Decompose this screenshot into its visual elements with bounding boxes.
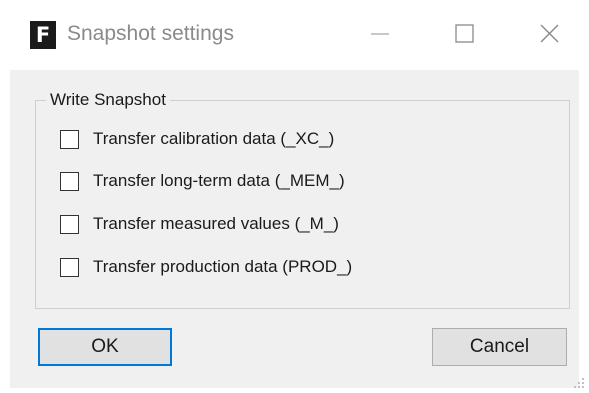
dialog-body: Write Snapshot Transfer calibration data… (10, 70, 579, 388)
minimize-button[interactable] (358, 14, 408, 54)
checkbox-measured-values[interactable] (60, 214, 79, 234)
close-button[interactable] (520, 14, 570, 54)
resize-grip-icon[interactable] (573, 377, 585, 389)
option-transfer-production-data[interactable]: Transfer production data (PROD_) (60, 255, 352, 279)
group-label: Write Snapshot (46, 90, 170, 110)
option-label: Transfer production data (PROD_) (93, 257, 353, 276)
option-transfer-measured-values[interactable]: Transfer measured values (_M_) (60, 212, 339, 236)
checkbox-long-term-data[interactable] (60, 171, 79, 191)
title-bar[interactable]: F Snapshot settings (0, 0, 589, 70)
checkbox-production-data[interactable] (60, 257, 79, 277)
option-label: Transfer measured values (_M_) (93, 214, 339, 233)
snapshot-settings-dialog: F Snapshot settings Write Snapshot Trans… (0, 0, 589, 393)
minimize-icon (371, 33, 389, 35)
window-title: Snapshot settings (67, 22, 234, 45)
app-icon: F (30, 21, 56, 49)
option-transfer-long-term-data[interactable]: Transfer long-term data (_MEM_) (60, 169, 345, 193)
ok-button[interactable]: OK (38, 328, 172, 366)
cancel-button[interactable]: Cancel (432, 328, 567, 366)
option-label: Transfer long-term data (_MEM_) (93, 171, 345, 190)
checkbox-calibration-data[interactable] (60, 129, 79, 149)
close-icon (540, 24, 559, 43)
option-transfer-calibration-data[interactable]: Transfer calibration data (_XC_) (60, 127, 334, 151)
maximize-button[interactable] (438, 14, 488, 54)
option-label: Transfer calibration data (_XC_) (93, 129, 335, 148)
maximize-icon (455, 24, 474, 43)
